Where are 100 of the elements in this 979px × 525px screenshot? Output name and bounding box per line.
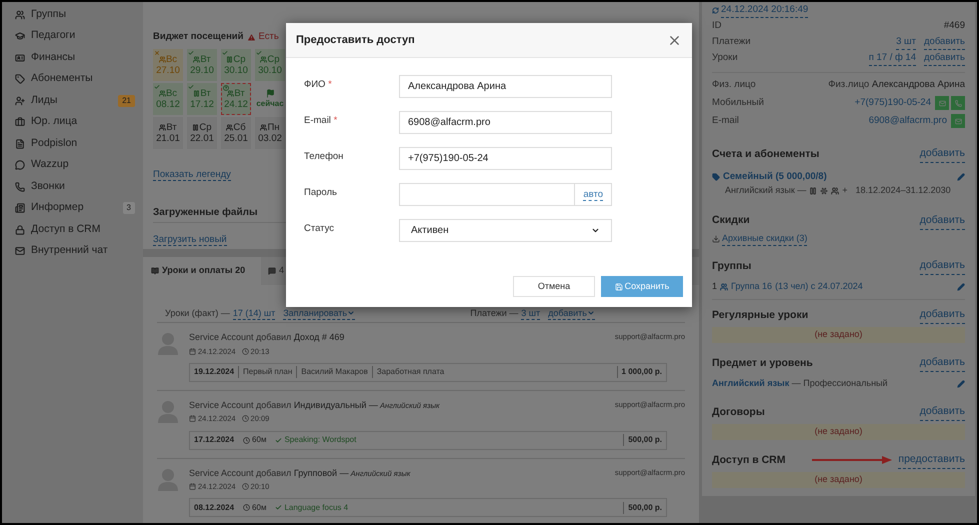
count-badge: 3 — [122, 202, 135, 214]
cell-day: Пн — [267, 122, 280, 134]
archive-discounts-link[interactable]: Архивные скидки (3) — [722, 232, 808, 246]
edit-icon[interactable] — [957, 282, 965, 290]
stat-label: ID — [712, 19, 722, 34]
text-field[interactable]: 6908@alfacrm.pro — [399, 111, 612, 134]
users-icon — [158, 90, 166, 98]
empty-notice: (не задано) — [712, 424, 965, 440]
phone-link[interactable]: +7(975)190-05-24 — [854, 96, 931, 110]
email-link[interactable]: 6908@alfacrm.pro — [868, 114, 947, 128]
sidebar-item[interactable]: Информер 3 — [15, 198, 135, 219]
sidebar-item-icon — [15, 246, 25, 256]
attendance-cell[interactable]: Ср 30.10 — [221, 49, 251, 82]
tab[interactable]: Уроки и оплаты 20 — [143, 257, 261, 285]
field-label: E-mail * — [304, 114, 338, 128]
attendance-cell[interactable]: Ср 22.01 — [187, 117, 217, 150]
save-icon — [614, 282, 623, 290]
phone-icon — [954, 100, 962, 107]
stat-link[interactable]: п 17 / ф 14 — [868, 50, 916, 66]
group-info: (13 чел) с 24.07.2024 — [775, 280, 863, 293]
attendance-cell[interactable]: Сб 25.01 — [221, 117, 251, 150]
lessons-count-link[interactable]: 17 (14) шт — [232, 308, 276, 320]
message-button[interactable] — [935, 96, 949, 110]
attendance-cell[interactable]: Ср 30.10 — [255, 49, 285, 82]
subscription-link[interactable]: Семейный (5 000,00/8) — [723, 170, 827, 184]
check-icon — [275, 504, 282, 512]
sidebar-item[interactable]: Внутренний чат — [15, 240, 135, 262]
sidebar-item[interactable]: Юр. лица — [15, 112, 135, 133]
attendance-cell[interactable]: Вт 21.01 — [153, 117, 183, 150]
field-label: Телефон — [304, 150, 344, 164]
attendance-cell[interactable]: Вт 24.12 — [221, 83, 251, 116]
empty-notice: (не задано) — [712, 327, 965, 343]
edit-icon[interactable] — [957, 173, 965, 182]
sidebar-item-icon — [15, 203, 25, 214]
sidebar-item[interactable]: Лиды 21 — [15, 90, 135, 112]
now-label: сейчас — [256, 98, 284, 110]
subject-level: Английский язык — Профессиональный — [712, 376, 888, 390]
users-icon — [158, 56, 166, 64]
upload-link[interactable]: Загрузить новый — [153, 234, 227, 246]
pause-icon — [192, 124, 200, 132]
sidebar-item[interactable]: Педагоги — [15, 26, 135, 47]
sidebar-item-icon — [15, 224, 25, 235]
text-field[interactable]: +7(975)190-05-24 — [399, 147, 612, 170]
stat-link[interactable]: 3 шт — [896, 34, 916, 50]
group-icon — [720, 282, 728, 290]
edit-icon[interactable] — [957, 380, 965, 388]
attendance-cell[interactable]: Пн 03.02 — [255, 117, 285, 150]
cell-date: 30.10 — [258, 65, 282, 76]
attendance-cell[interactable]: Вт 17.12 — [187, 83, 217, 116]
sync-time-link[interactable]: 24.12.2024 20:16:49 — [721, 3, 808, 18]
users-icon — [227, 90, 234, 98]
lessons-label: Уроки (факт) — — [165, 306, 230, 320]
add-link[interactable]: добавить — [924, 50, 965, 66]
sidebar-item[interactable]: Финансы — [15, 47, 135, 68]
tag-icon — [712, 173, 720, 182]
attendance-cell[interactable]: Вс 27.10 — [153, 49, 183, 82]
users-icon — [831, 187, 840, 195]
check-icon — [275, 436, 282, 444]
group-link[interactable]: Группа 16 — [731, 280, 772, 294]
field-label: Пароль — [304, 186, 338, 200]
status-icon — [188, 50, 194, 56]
sidebar-item[interactable]: Wazzup — [15, 154, 135, 176]
cancel-button[interactable]: Отмена — [513, 276, 595, 297]
section-action-link[interactable]: добавить — [920, 258, 965, 275]
section-title: Счета и абонементы — [712, 146, 820, 162]
section-action-link[interactable]: предоставить — [898, 452, 965, 469]
archive-icon — [712, 234, 720, 243]
password-field[interactable] — [399, 183, 576, 206]
stat-value: #469 — [944, 19, 965, 34]
sidebar-item[interactable]: Podpislon — [15, 133, 135, 154]
section-action-link[interactable]: добавить — [920, 212, 965, 230]
stat-label: Уроки — [712, 51, 738, 66]
users-icon — [226, 124, 234, 132]
sidebar-item-icon — [15, 74, 25, 84]
text-field[interactable]: Александрова Арина — [399, 75, 612, 98]
cell-date: 29.10 — [190, 65, 214, 76]
clock-icon — [242, 483, 249, 490]
legend-link[interactable]: Показать легенду — [153, 169, 231, 182]
sidebar-item[interactable]: Доступ в CRM — [15, 219, 135, 240]
section-action-link[interactable]: добавить — [920, 404, 965, 421]
sidebar-item[interactable]: Звонки — [15, 176, 135, 198]
sidebar-item[interactable]: Группы — [15, 4, 135, 26]
section-action-link[interactable]: добавить — [920, 355, 965, 372]
tab[interactable]: 4 — [261, 257, 292, 285]
section-action-link[interactable]: добавить — [920, 146, 965, 163]
add-link[interactable]: добавить — [924, 34, 965, 50]
auto-link[interactable]: авто — [575, 183, 612, 206]
message-button[interactable] — [951, 114, 965, 128]
group-count: 1 — [712, 280, 718, 293]
attendance-cell[interactable]: Вт 29.10 — [187, 49, 217, 82]
status-select[interactable]: Активен — [399, 219, 612, 242]
sidebar-item[interactable]: Абонементы — [15, 68, 135, 90]
attendance-cell[interactable]: Вс 08.12 — [153, 83, 183, 116]
users-icon — [193, 56, 200, 64]
warning-text: Есть — [258, 30, 279, 44]
call-button[interactable] — [951, 96, 965, 110]
sidebar-item-icon — [15, 52, 25, 63]
section-action-link[interactable]: добавить — [920, 307, 965, 324]
save-button[interactable]: Сохранить — [601, 276, 683, 297]
cell-date: 25.01 — [224, 133, 248, 144]
